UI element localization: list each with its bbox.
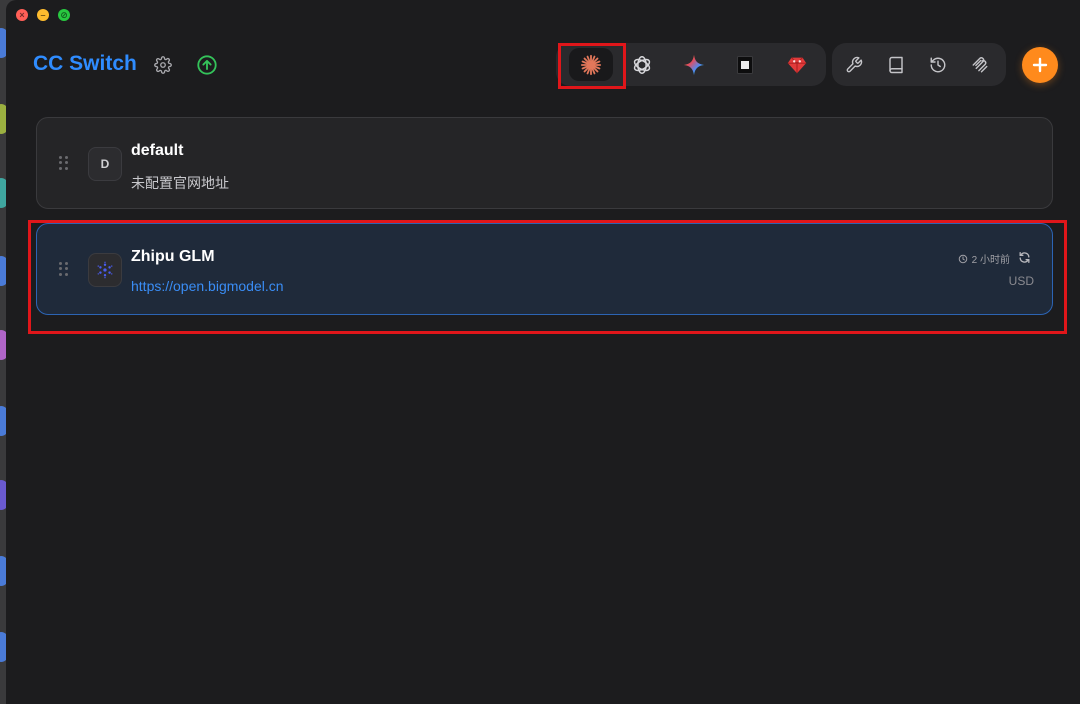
provider-card-zhipu[interactable]: Zhipu GLM https://open.bigmodel.cn 2 小时前… <box>36 223 1053 315</box>
drag-handle[interactable] <box>59 262 69 276</box>
plus-icon <box>1032 57 1048 73</box>
close-window-button[interactable]: × <box>16 9 28 21</box>
wrench-button[interactable] <box>836 48 872 81</box>
red-gem-icon <box>787 56 807 73</box>
mcp-icon <box>972 56 988 72</box>
history-icon <box>930 57 946 72</box>
app-title: CC Switch <box>33 52 137 75</box>
tab-opencode[interactable] <box>723 48 767 81</box>
provider-card-default[interactable]: D default 未配置官网地址 <box>36 117 1053 209</box>
zhipu-icon <box>97 261 113 279</box>
history-button[interactable] <box>920 48 956 81</box>
mcp-button[interactable] <box>962 48 998 81</box>
refresh-icon <box>1019 251 1029 263</box>
update-button[interactable] <box>195 53 219 77</box>
maximize-window-button[interactable]: ⊘ <box>58 9 70 21</box>
gear-icon <box>154 56 172 74</box>
provider-name: Zhipu GLM <box>131 248 215 265</box>
tab-codex[interactable] <box>620 48 664 81</box>
tools-toolbar <box>832 43 1006 86</box>
tab-red-agent[interactable] <box>775 48 819 81</box>
drag-handle[interactable] <box>59 156 69 170</box>
book-icon <box>889 56 903 73</box>
clock-icon <box>958 254 967 263</box>
arrow-up-circle-icon <box>197 55 217 75</box>
settings-button[interactable] <box>151 53 175 77</box>
minimize-window-button[interactable]: – <box>37 9 49 21</box>
app-window: × – ⊘ CC Switch D default 未配置官网地址 Zhipu … <box>6 0 1080 704</box>
book-button[interactable] <box>878 48 914 81</box>
usage-currency: USD <box>1008 274 1034 288</box>
wrench-icon <box>846 56 863 72</box>
gemini-sparkle-icon <box>683 54 705 75</box>
provider-name: default <box>131 142 184 159</box>
last-updated-text: 2 小时前 <box>971 255 1010 266</box>
tab-gemini[interactable] <box>672 48 716 81</box>
openai-icon <box>633 55 651 74</box>
last-updated: 2 小时前 <box>958 251 1010 266</box>
provider-avatar: D <box>88 147 122 181</box>
claude-starburst-icon <box>580 54 602 75</box>
square-icon <box>737 55 753 74</box>
tab-claude[interactable] <box>569 48 613 81</box>
provider-avatar <box>88 253 122 287</box>
provider-website-link[interactable]: https://open.bigmodel.cn <box>131 278 284 294</box>
provider-website-status: 未配置官网地址 <box>131 175 229 191</box>
refresh-usage-button[interactable] <box>1016 249 1032 265</box>
app-switcher <box>556 43 826 86</box>
add-provider-button[interactable] <box>1022 47 1058 83</box>
window-controls: × – ⊘ <box>16 9 70 21</box>
